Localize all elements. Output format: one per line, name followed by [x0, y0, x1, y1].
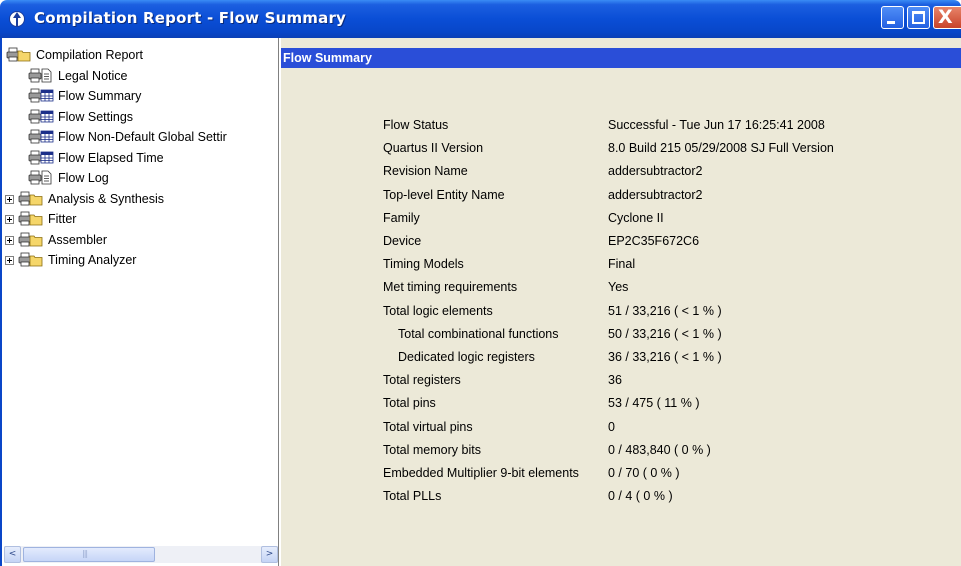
scroll-left-arrow-icon: < — [8, 549, 17, 559]
folder-icon — [18, 232, 43, 246]
minimize-icon — [887, 21, 895, 24]
table-icon — [28, 88, 54, 103]
summary-value: Yes — [608, 280, 629, 295]
tree-item-label: Fitter — [48, 212, 77, 226]
maximize-icon — [912, 11, 925, 24]
tree-item-label: Flow Settings — [58, 109, 134, 124]
summary-value: 53 / 475 ( 11 % ) — [608, 396, 700, 411]
close-icon: X — [938, 6, 953, 28]
tree-item[interactable]: Flow Non-Default Global Settir — [2, 128, 278, 149]
panel-header: Flow Summary — [281, 48, 961, 68]
table-icon — [28, 129, 54, 144]
tree-item[interactable]: Fitter — [2, 210, 278, 231]
summary-value: 8.0 Build 215 05/29/2008 SJ Full Version — [608, 141, 834, 156]
summary-key: Embedded Multiplier 9-bit elements — [383, 466, 579, 480]
tree-item-label: Flow Elapsed Time — [58, 150, 164, 165]
expand-icon[interactable] — [5, 235, 14, 245]
report-content-panel: Flow Summary Flow Status Successful - Tue… — [281, 38, 961, 566]
summary-key: Device — [383, 234, 422, 248]
scroll-right-button[interactable]: > — [261, 546, 278, 563]
title-bar[interactable]: Compilation Report - Flow Summary X — [0, 0, 961, 38]
tree-item-label: Legal Notice — [58, 68, 128, 83]
tree-item-label: Flow Log — [58, 171, 109, 185]
summary-key: Quartus II Version — [383, 141, 484, 156]
summary-key: Total pins — [383, 396, 436, 411]
tree-item[interactable]: Compilation Report — [2, 46, 278, 67]
horizontal-scrollbar[interactable]: < > — [4, 546, 278, 563]
tree-item[interactable]: Analysis & Synthesis — [2, 190, 278, 211]
summary-value: Final — [608, 257, 636, 272]
tree-item[interactable]: Timing Analyzer — [2, 251, 278, 272]
summary-value: 36 / 33,216 ( < 1 % ) — [608, 350, 722, 364]
summary-value: EP2C35F672C6 — [608, 234, 700, 248]
tree-item-label: Timing Analyzer — [48, 253, 137, 267]
scroll-left-button[interactable]: < — [4, 546, 21, 563]
summary-key: Family — [383, 210, 420, 225]
minimize-button[interactable] — [881, 6, 904, 29]
table-icon — [28, 150, 54, 164]
summary-key: Total virtual pins — [383, 419, 473, 434]
expand-icon[interactable] — [5, 256, 14, 265]
tree-item-label: Analysis & Synthesis — [48, 191, 165, 206]
summary-value: addersubtractor2 — [608, 187, 703, 202]
scrollbar-thumb[interactable] — [23, 547, 155, 562]
scroll-right-arrow-icon: > — [265, 549, 274, 559]
tree-item-label: Assembler — [48, 232, 108, 247]
report-tree: Compilation Report Legal Notice Flow Summa… — [2, 46, 278, 272]
summary-key: Top-level Entity Name — [383, 187, 505, 202]
document-icon — [28, 170, 52, 185]
summary-key: Timing Models — [383, 257, 464, 272]
tree-item[interactable]: Flow Log — [2, 169, 278, 190]
summary-value: 50 / 33,216 ( < 1 % ) — [608, 326, 722, 341]
tree-item[interactable]: Flow Elapsed Time — [2, 149, 278, 170]
close-button[interactable]: X — [933, 6, 961, 29]
tree-item-label: Compilation Report — [36, 48, 143, 62]
summary-key: Dedicated logic registers — [398, 350, 535, 364]
summary-value: 0 / 70 ( 0 % ) — [608, 466, 680, 480]
tree-item-label: Flow Non-Default Global Settir — [58, 130, 227, 144]
quartus-app-icon — [9, 11, 25, 27]
summary-value: 0 / 483,840 ( 0 % ) — [608, 442, 711, 457]
expand-icon[interactable] — [5, 215, 14, 224]
tree-item[interactable]: Flow Summary — [2, 87, 278, 108]
tree-item[interactable]: Legal Notice — [2, 67, 278, 88]
summary-value: Cyclone II — [608, 210, 664, 225]
summary-key: Total logic elements — [383, 303, 493, 318]
folder-icon — [18, 191, 43, 205]
summary-key: Met timing requirements — [383, 280, 518, 295]
summary-value: Successful - Tue Jun 17 16:25:41 2008 — [608, 118, 825, 132]
summary-value: addersubtractor2 — [608, 164, 703, 179]
summary-value: 51 / 33,216 ( < 1 % ) — [608, 303, 722, 318]
expand-icon[interactable] — [5, 194, 14, 204]
folder-open-icon — [6, 47, 31, 62]
summary-key: Revision Name — [383, 164, 468, 179]
tree-item[interactable]: Flow Settings — [2, 108, 278, 129]
summary-value: 36 — [608, 373, 622, 388]
tree-item-label: Flow Summary — [58, 89, 142, 103]
document-icon — [28, 68, 52, 82]
summary-value: 0 / 4 ( 0 % ) — [608, 489, 673, 504]
tree-item[interactable]: Assembler — [2, 231, 278, 252]
summary-key: Total memory bits — [383, 442, 481, 457]
report-tree-panel: Compilation Report Legal Notice Flow Summa… — [0, 38, 279, 566]
folder-icon — [18, 252, 43, 267]
maximize-button[interactable] — [907, 6, 930, 29]
summary-key: Total registers — [383, 373, 461, 388]
table-icon — [28, 109, 54, 123]
window-title: Compilation Report - Flow Summary — [34, 9, 347, 27]
summary-value: 0 — [608, 419, 615, 434]
summary-key: Total combinational functions — [398, 326, 559, 341]
summary-key: Flow Status — [383, 118, 449, 132]
folder-icon — [18, 211, 43, 226]
summary-key: Total PLLs — [383, 489, 442, 504]
